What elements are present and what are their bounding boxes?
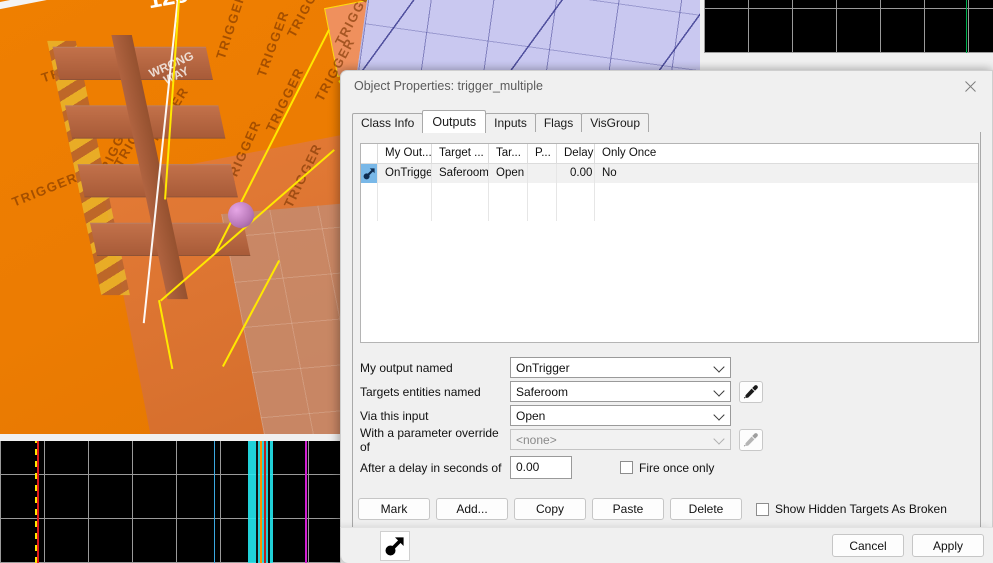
output-connection-icon xyxy=(361,164,378,183)
apply-button[interactable]: Apply xyxy=(912,534,984,557)
output-named-value: OnTrigger xyxy=(516,360,570,375)
output-named-combo[interactable]: OnTrigger xyxy=(510,357,731,378)
targets-named-combo[interactable]: Saferoom xyxy=(510,381,731,402)
show-hidden-targets-checkbox[interactable] xyxy=(756,502,769,516)
parameter-override-value: <none> xyxy=(516,432,557,447)
viewport-splitter-horizontal-right[interactable] xyxy=(704,53,993,61)
cell-target-entity: Saferoom xyxy=(432,164,489,183)
label-targets-named: Targets entities named xyxy=(360,384,481,399)
tab-visgroup[interactable]: VisGroup xyxy=(581,113,649,132)
cell-parameter xyxy=(528,164,557,183)
table-empty-row[interactable] xyxy=(361,183,978,202)
grid-axis-line xyxy=(966,0,967,53)
connection-arrow-icon[interactable] xyxy=(380,530,410,561)
fire-once-only-checkbox[interactable] xyxy=(620,461,633,474)
fire-once-only-row[interactable]: Fire once only xyxy=(620,461,714,475)
close-icon[interactable] xyxy=(948,71,992,101)
via-input-value: Open xyxy=(516,408,546,423)
outputs-panel-content: My Out... Target ... Tar... P... Delay O… xyxy=(353,132,980,542)
table-header-icon-col[interactable] xyxy=(361,144,378,164)
tab-label: Inputs xyxy=(494,116,527,130)
tab-label: Flags xyxy=(543,116,574,130)
brush-line-dark xyxy=(256,441,258,563)
object-properties-dialog: Object Properties: trigger_multiple Clas… xyxy=(340,70,993,563)
table-row[interactable]: OnTrigger Saferoom Open 0.00 No xyxy=(361,164,978,183)
table-empty-area[interactable] xyxy=(361,221,978,342)
label-parameter-override: With a parameter override of xyxy=(360,425,499,454)
action-button-row: Mark Add... Copy Paste Delete Show Hidde… xyxy=(358,498,947,520)
brush-line-yellow-dashed xyxy=(35,441,37,563)
entity-origin-helper xyxy=(228,202,254,228)
via-input-combo[interactable]: Open xyxy=(510,405,731,426)
tab-inputs[interactable]: Inputs xyxy=(485,113,536,132)
table-header-delay[interactable]: Delay xyxy=(557,144,595,164)
form-row-delay: After a delay in seconds of 0.00 Fire on… xyxy=(358,454,970,481)
grid-lines xyxy=(0,441,345,563)
parameter-override-combo[interactable]: <none> xyxy=(510,429,731,450)
dialog-bottom-bar: Cancel Apply xyxy=(340,527,993,563)
viewport-2d-bottom-left[interactable] xyxy=(0,441,345,563)
paste-button[interactable]: Paste xyxy=(592,498,664,520)
cell-delay: 0.00 xyxy=(557,164,595,183)
viewport-2d-top-right[interactable] xyxy=(704,0,993,53)
add-button[interactable]: Add... xyxy=(436,498,508,520)
brush-line-blue xyxy=(214,441,215,563)
form-row-output-named: My output named OnTrigger xyxy=(358,356,970,379)
label-delay: After a delay in seconds of xyxy=(360,460,502,475)
label-via-input: Via this input xyxy=(360,408,429,423)
tab-class-info[interactable]: Class Info xyxy=(352,113,424,132)
eyedropper-icon[interactable] xyxy=(739,380,763,403)
mark-button[interactable]: Mark xyxy=(358,498,430,520)
cell-only-once: No xyxy=(602,167,617,179)
chevron-down-icon xyxy=(713,360,725,373)
table-header-row: My Out... Target ... Tar... P... Delay O… xyxy=(361,144,978,164)
dialog-titlebar[interactable]: Object Properties: trigger_multiple xyxy=(341,71,992,101)
cancel-button[interactable]: Cancel xyxy=(832,534,904,557)
delay-input[interactable]: 0.00 xyxy=(510,456,572,479)
tab-strip: Class Info Outputs Inputs Flags VisGroup xyxy=(352,110,992,133)
tab-label: Outputs xyxy=(432,115,477,129)
table-header-target-entity[interactable]: Target ... xyxy=(432,144,489,164)
cell-my-output: OnTrigger xyxy=(378,164,432,183)
fire-once-only-label: Fire once only xyxy=(639,460,715,475)
table-header-parameter[interactable]: P... xyxy=(528,144,557,164)
eyedropper-icon-disabled[interactable] xyxy=(739,428,763,451)
table-header-my-output[interactable]: My Out... xyxy=(378,144,432,164)
brush-line-red xyxy=(37,441,39,563)
tab-label: Class Info xyxy=(361,116,415,130)
table-header-target-input[interactable]: Tar... xyxy=(489,144,528,164)
form-row-targets-named: Targets entities named Saferoom xyxy=(358,380,970,403)
form-row-via-input: Via this input Open xyxy=(358,404,970,427)
outputs-table[interactable]: My Out... Target ... Tar... P... Delay O… xyxy=(360,143,979,343)
brush-line-orange xyxy=(260,441,262,563)
form-row-parameter-override: With a parameter override of <none> xyxy=(358,425,970,454)
brush-line-red2 xyxy=(264,441,266,563)
cell-target-input: Open xyxy=(489,164,528,183)
grid-lines xyxy=(704,0,993,53)
dialog-title: Object Properties: trigger_multiple xyxy=(354,79,543,93)
show-hidden-targets-label: Show Hidden Targets As Broken xyxy=(775,502,947,516)
tab-flags[interactable]: Flags xyxy=(534,113,583,132)
brush-line-dark2 xyxy=(268,441,270,563)
brush-line-magenta xyxy=(305,441,307,563)
chevron-down-icon xyxy=(713,408,725,421)
table-header-only-once[interactable]: Only Once xyxy=(595,144,978,164)
table-empty-row[interactable] xyxy=(361,202,978,221)
dialog-footer-buttons: Cancel Apply xyxy=(824,534,984,557)
outputs-tab-panel: My Out... Target ... Tar... P... Delay O… xyxy=(352,132,981,543)
chevron-down-icon xyxy=(713,432,725,445)
tab-outputs[interactable]: Outputs xyxy=(422,110,487,133)
chevron-down-icon xyxy=(713,384,725,397)
show-hidden-targets-row[interactable]: Show Hidden Targets As Broken xyxy=(756,502,947,516)
delete-button[interactable]: Delete xyxy=(670,498,742,520)
tab-label: VisGroup xyxy=(590,116,640,130)
output-detail-form: My output named OnTrigger Targets entiti… xyxy=(358,356,970,482)
copy-button[interactable]: Copy xyxy=(514,498,586,520)
label-output-named: My output named xyxy=(360,360,453,375)
targets-named-value: Saferoom xyxy=(516,384,569,399)
